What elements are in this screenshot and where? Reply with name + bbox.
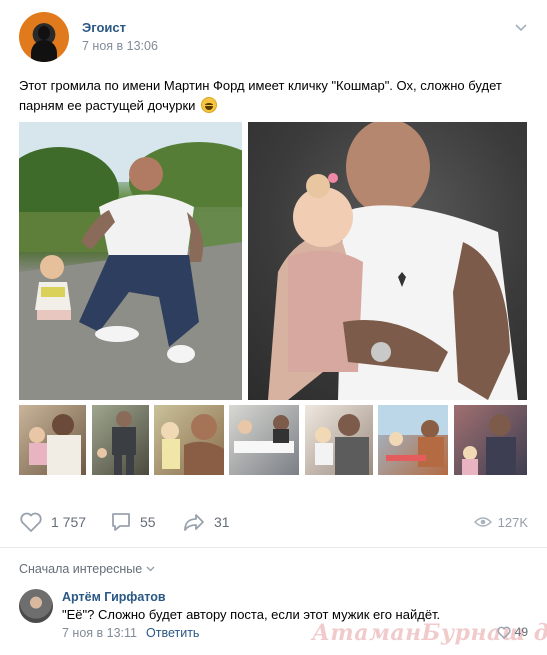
thumb-photo-icon: [161, 414, 224, 475]
thumb-photo-icon: [97, 411, 136, 475]
thumb-photo-icon: [315, 414, 369, 475]
share-count: 31: [214, 514, 230, 530]
eye-icon: [473, 517, 492, 527]
share-button[interactable]: 31: [182, 508, 230, 536]
post-photo-1[interactable]: [19, 122, 242, 400]
comment-like-button[interactable]: 49: [497, 625, 528, 639]
post-time[interactable]: 7 ноя в 13:06: [82, 39, 158, 53]
thumb-photo-icon: [378, 405, 448, 467]
comments-divider: [0, 547, 547, 548]
comment-like-count: 49: [514, 625, 528, 639]
post-text-content: Этот громила по имени Мартин Форд имеет …: [19, 78, 502, 113]
more-chevron-icon[interactable]: [515, 24, 527, 32]
reply-button[interactable]: Ответить: [146, 626, 199, 640]
share-icon: [184, 514, 204, 531]
outdoor-scene-icon: [19, 122, 242, 400]
post-author[interactable]: Эгоист: [82, 20, 126, 35]
comment-button[interactable]: 55: [110, 508, 156, 536]
post-thumb-3[interactable]: [154, 405, 224, 475]
post-thumb-6[interactable]: [378, 405, 448, 475]
view-count: 127K: [497, 514, 528, 530]
like-button[interactable]: 1 757: [19, 508, 86, 536]
heart-icon: [20, 512, 42, 532]
comment-author[interactable]: Артём Гирфатов: [62, 590, 166, 604]
post-header: Эгоист 7 ноя в 13:06: [0, 0, 547, 70]
view-counter: 127K: [473, 508, 528, 536]
post-text: Этот громила по имени Мартин Форд имеет …: [19, 76, 529, 116]
sort-label: Сначала интересные: [19, 562, 143, 576]
post-thumb-2[interactable]: [92, 405, 149, 475]
comment-count: 55: [140, 514, 156, 530]
grin-sweat-emoji-icon: [201, 97, 218, 113]
thumb-photo-icon: [234, 415, 294, 453]
post-thumb-4[interactable]: [229, 405, 299, 475]
thumb-photo-icon: [462, 414, 516, 475]
sort-chevron-icon: [146, 566, 155, 572]
comment-author-avatar[interactable]: [19, 589, 53, 623]
post-actions: 1 757 55 31 127K: [0, 508, 547, 536]
comment-time[interactable]: 7 ноя в 13:11: [62, 626, 137, 640]
studio-portrait-icon: [268, 122, 518, 400]
post-photo-2[interactable]: [248, 122, 527, 400]
heart-icon: [497, 626, 511, 639]
post-thumb-5[interactable]: [305, 405, 373, 475]
thumb-photo-icon: [29, 414, 81, 475]
post-thumb-7[interactable]: [454, 405, 527, 475]
community-avatar[interactable]: [19, 12, 69, 62]
comments-sort-dropdown[interactable]: Сначала интересные: [19, 562, 155, 576]
post-thumb-1[interactable]: [19, 405, 86, 475]
like-count: 1 757: [51, 514, 87, 530]
comment-icon: [112, 513, 130, 531]
